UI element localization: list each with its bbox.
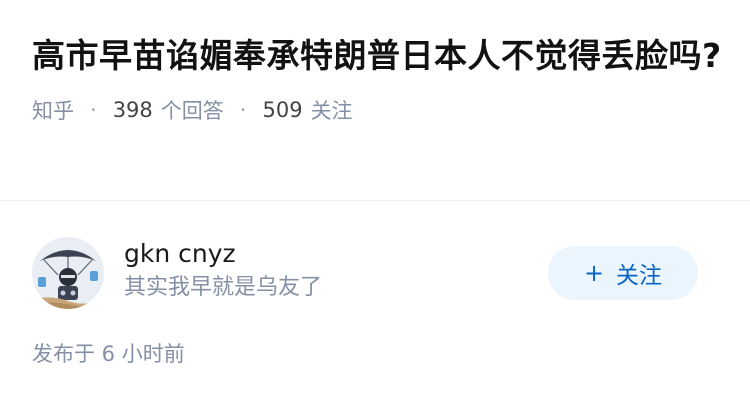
avatar[interactable] xyxy=(32,237,104,309)
follower-count: 509 xyxy=(262,98,303,122)
follow-label: 关注 xyxy=(616,263,663,289)
author-bio: 其实我早就是乌友了 xyxy=(124,275,323,300)
publish-time: 发布于 6 小时前 xyxy=(32,342,185,366)
author-info: gkn cnyz 其实我早就是乌友了 xyxy=(124,236,322,304)
question-header: 高市早苗谄媚奉承特朗普日本人不觉得丢脸吗? 知乎 · 398 个回答 · 509… xyxy=(32,34,732,126)
meta-separator: · xyxy=(90,98,97,122)
follower-count-label: 关注 xyxy=(310,99,353,123)
author-row: gkn cnyz 其实我早就是乌友了 + 关注 xyxy=(32,236,698,309)
meta-separator: · xyxy=(239,98,247,122)
question-title[interactable]: 高市早苗谄媚奉承特朗普日本人不觉得丢脸吗? xyxy=(32,34,732,78)
answer-count-label: 个回答 xyxy=(160,99,224,123)
divider xyxy=(0,200,750,201)
answer-count: 398 xyxy=(112,98,153,122)
avatar-image xyxy=(32,237,104,309)
question-meta: 知乎 · 398 个回答 · 509 关注 xyxy=(32,94,732,126)
follow-button[interactable]: + 关注 xyxy=(548,246,698,300)
source-label[interactable]: 知乎 xyxy=(32,95,74,125)
author-name[interactable]: gkn cnyz xyxy=(124,236,322,272)
plus-icon: + xyxy=(583,259,605,287)
